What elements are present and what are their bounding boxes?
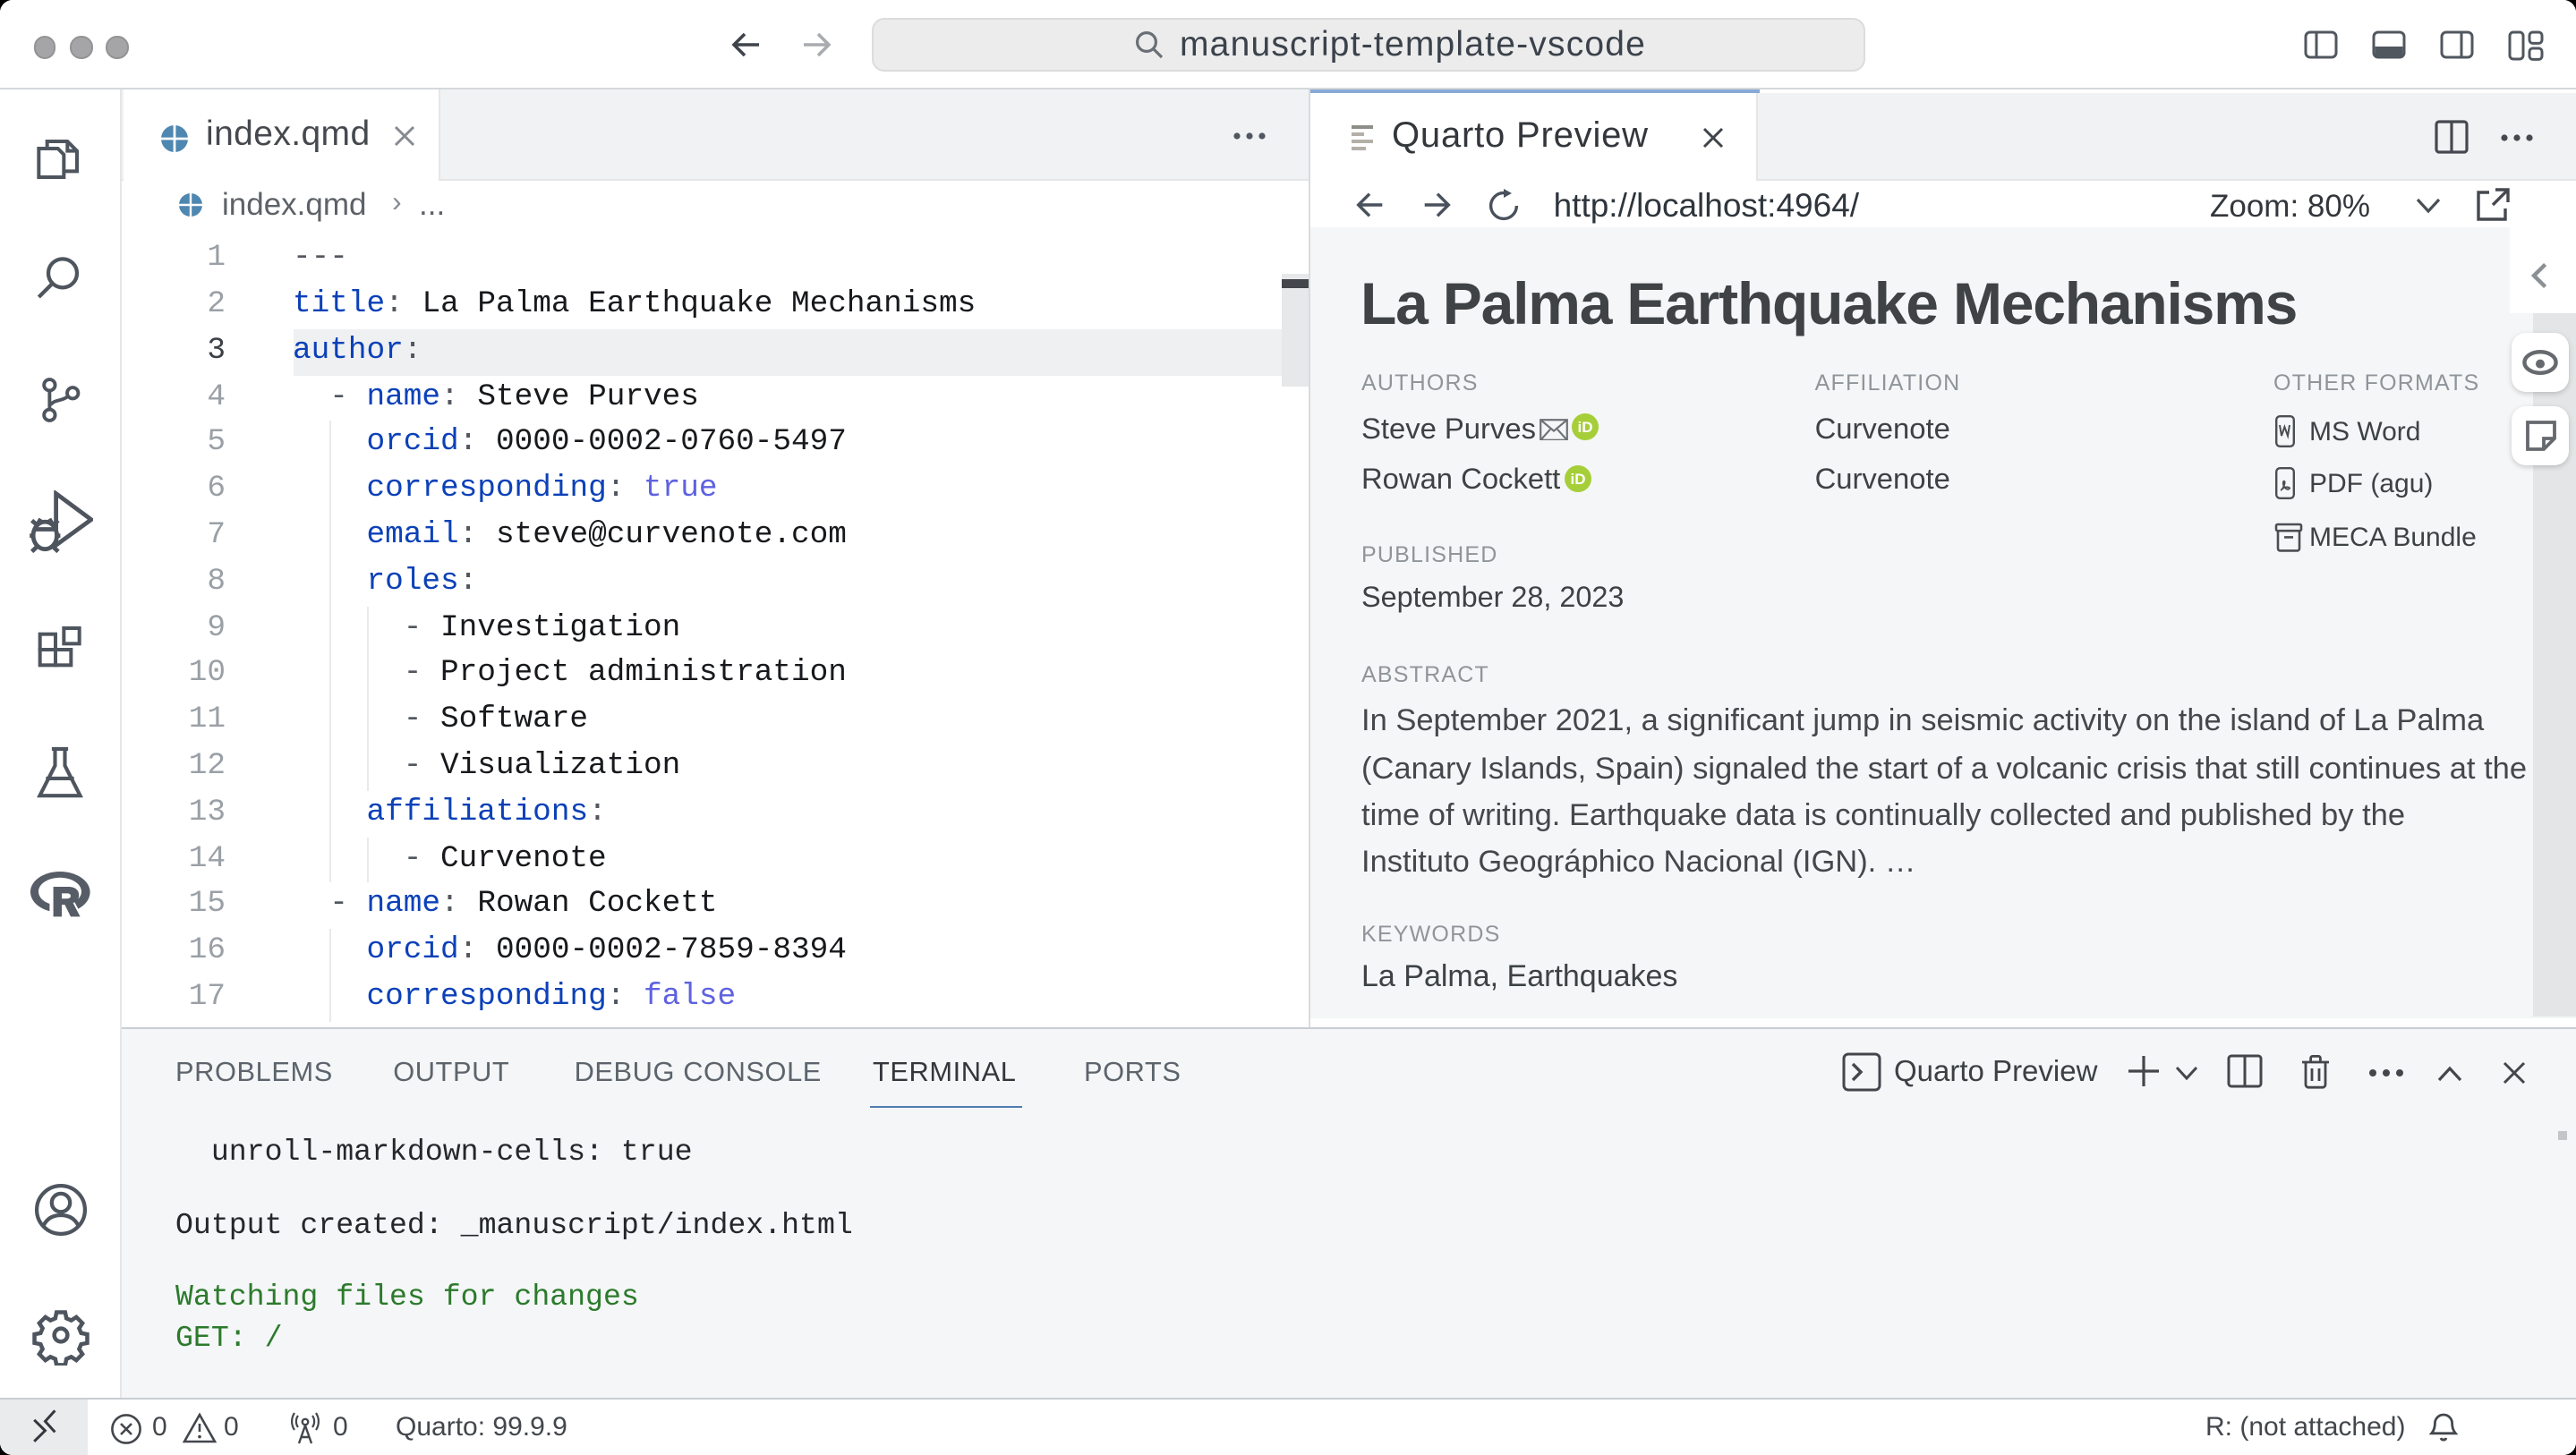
svg-text:iD: iD bbox=[1570, 470, 1585, 487]
svg-text:iD: iD bbox=[1577, 419, 1592, 436]
